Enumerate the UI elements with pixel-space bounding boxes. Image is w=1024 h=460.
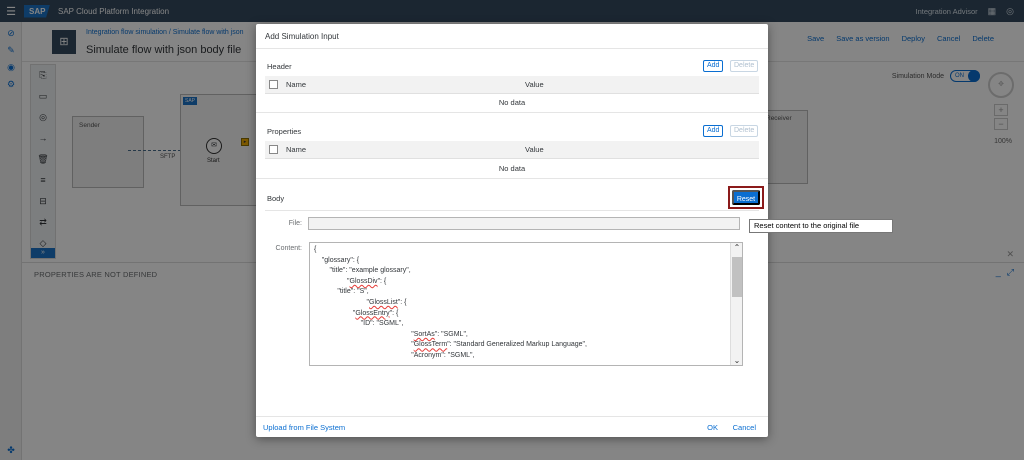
reset-tooltip: Reset content to the original file: [749, 219, 893, 233]
header-select-all-checkbox[interactable]: [269, 80, 278, 89]
reset-highlight: Reset: [728, 186, 764, 209]
properties-select-all-checkbox[interactable]: [269, 145, 278, 154]
properties-table-head: Name Value: [265, 141, 759, 159]
header-no-data: No data: [498, 98, 526, 107]
content-scrollbar[interactable]: ⌃ ⌄: [730, 243, 742, 365]
scroll-thumb[interactable]: [732, 257, 742, 297]
properties-col-name: Name: [286, 145, 307, 154]
properties-add-button[interactable]: Add: [703, 125, 724, 137]
content-text: { "glossary": { "title": "example glossa…: [314, 246, 587, 359]
title-divider: [256, 48, 768, 49]
header-table-head: Name Value: [265, 76, 759, 94]
scroll-down-icon[interactable]: ⌄: [732, 356, 742, 365]
properties-col-value: Value: [525, 145, 544, 154]
header-add-button[interactable]: Add: [703, 60, 724, 72]
dialog-footer: Upload from File System OK Cancel: [256, 416, 768, 437]
properties-no-data: No data: [498, 164, 526, 173]
add-simulation-input-dialog: Add Simulation Input Header Add Delete N…: [256, 24, 768, 437]
properties-delete-button[interactable]: Delete: [730, 125, 759, 137]
file-label: File:: [288, 220, 302, 227]
properties-divider: [256, 178, 768, 179]
upload-from-file-system-button[interactable]: Upload from File System: [263, 423, 345, 432]
header-divider: [256, 112, 768, 113]
content-textarea[interactable]: { "glossary": { "title": "example glossa…: [309, 242, 743, 366]
dialog-cancel-button[interactable]: Cancel: [733, 423, 756, 432]
file-field[interactable]: [308, 217, 740, 230]
properties-section-title: Properties: [267, 127, 302, 136]
dialog-title: Add Simulation Input: [265, 32, 339, 41]
header-delete-button[interactable]: Delete: [730, 60, 759, 72]
header-section-title: Header: [267, 62, 292, 71]
reset-button[interactable]: Reset: [732, 190, 760, 205]
body-divider: [265, 210, 759, 211]
scroll-up-icon[interactable]: ⌃: [732, 243, 742, 252]
ok-button[interactable]: OK: [707, 423, 718, 432]
body-section-title: Body: [267, 194, 285, 203]
header-col-name: Name: [286, 80, 307, 89]
content-label: Content:: [275, 245, 302, 252]
header-col-value: Value: [525, 80, 544, 89]
